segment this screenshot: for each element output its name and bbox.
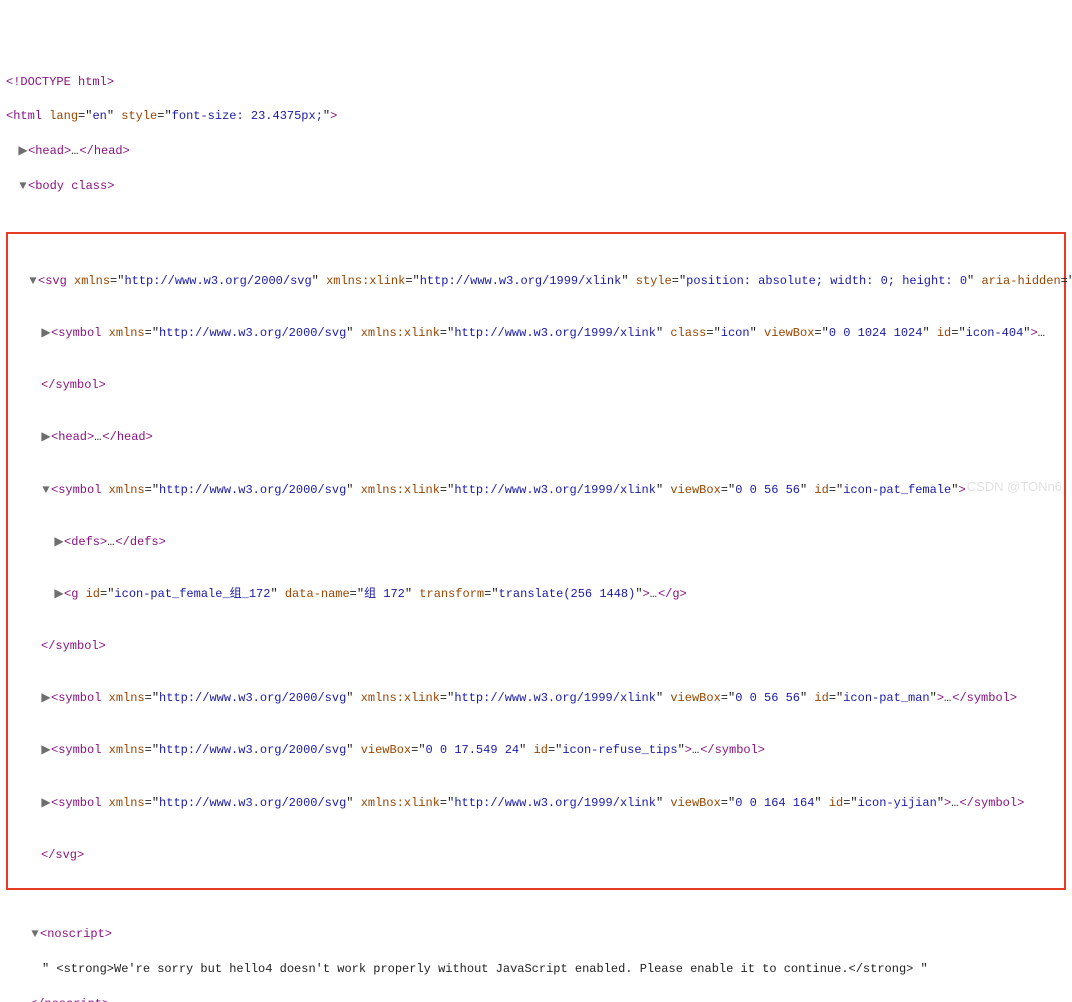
noscript-text: " <strong>We're sorry but hello4 doesn't…	[0, 961, 1072, 978]
symbol-female-open[interactable]: ▼<symbol xmlns="http://www.w3.org/2000/s…	[8, 482, 1064, 499]
svg-open[interactable]: ▼<svg xmlns="http://www.w3.org/2000/svg"…	[8, 273, 1064, 290]
doctype-line: <!DOCTYPE html>	[0, 74, 1072, 91]
symbol-female-close: </symbol>	[8, 638, 1064, 655]
html-open[interactable]: <html lang="en" style="font-size: 23.437…	[0, 108, 1072, 125]
symbol-refuse[interactable]: ▶<symbol xmlns="http://www.w3.org/2000/s…	[8, 742, 1064, 759]
symbol-404[interactable]: ▶<symbol xmlns="http://www.w3.org/2000/s…	[8, 325, 1064, 342]
svg-close: </svg>	[8, 847, 1064, 864]
noscript-open[interactable]: ▼<noscript>	[0, 926, 1072, 943]
symbol-404-close: </symbol>	[8, 377, 1064, 394]
highlight-box: ▼<svg xmlns="http://www.w3.org/2000/svg"…	[6, 232, 1066, 889]
head-collapsed[interactable]: ▶<head>…</head>	[0, 143, 1072, 160]
symbol-man[interactable]: ▶<symbol xmlns="http://www.w3.org/2000/s…	[8, 690, 1064, 707]
noscript-close: </noscript>	[0, 996, 1072, 1002]
defs[interactable]: ▶<defs>…</defs>	[8, 534, 1064, 551]
symbol-yijian[interactable]: ▶<symbol xmlns="http://www.w3.org/2000/s…	[8, 795, 1064, 812]
g-line[interactable]: ▶<g id="icon-pat_female_组_172" data-name…	[8, 586, 1064, 603]
body-open[interactable]: ▼<body class>	[0, 178, 1072, 195]
inner-head[interactable]: ▶<head>…</head>	[8, 429, 1064, 446]
